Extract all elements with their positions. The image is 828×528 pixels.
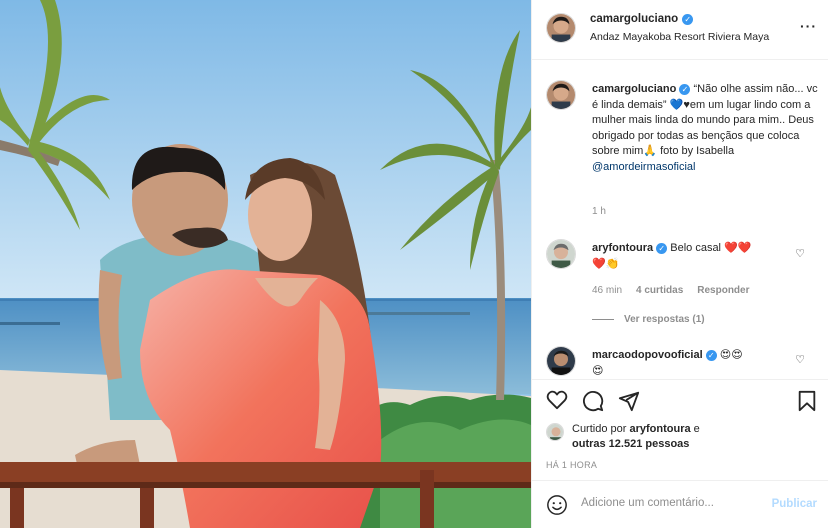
comment-body: Belo casal <box>670 242 722 254</box>
post-time-ago[interactable]: HÁ 1 HORA <box>546 460 597 470</box>
comment-icon[interactable] <box>582 390 604 412</box>
likes-others[interactable]: outras 12.521 pessoas <box>572 438 689 450</box>
action-icons <box>546 390 640 412</box>
post-side-panel: camargoluciano ✓ Andaz Mayakoba Resort R… <box>531 0 828 528</box>
post-location[interactable]: Andaz Mayakoba Resort Riviera Maya <box>590 31 769 43</box>
emoji-icon[interactable] <box>546 494 568 516</box>
likes-middle: e <box>690 423 700 435</box>
comment-author-avatar[interactable] <box>546 346 576 376</box>
verified-badge-icon: ✓ <box>682 13 694 25</box>
post-photo[interactable] <box>0 0 531 528</box>
blue-heart-icon: 💙 <box>669 98 684 111</box>
publish-button[interactable]: Publicar <box>772 498 817 510</box>
caption-username[interactable]: camargoluciano <box>592 83 676 95</box>
post-actions: Curtido por aryfontoura e outras 12.521 … <box>532 379 828 528</box>
liker-avatar <box>546 423 564 441</box>
verified-badge-icon: ✓ <box>679 84 691 95</box>
avatar-image <box>547 14 575 42</box>
caption-mention-link[interactable]: @amordeirmasoficial <box>592 161 695 173</box>
heart-eyes-emoji-icon: 😍😍 <box>719 349 743 361</box>
avatar-image <box>547 424 563 440</box>
post-header: camargoluciano ✓ Andaz Mayakoba Resort R… <box>532 0 828 60</box>
heart-clap-emoji-icon: ❤️👏 <box>592 258 620 270</box>
comment-like-heart-icon[interactable]: ♡ <box>795 353 805 366</box>
caption-credit: foto by Isabella <box>657 145 735 157</box>
author-username[interactable]: camargoluciano <box>590 13 678 25</box>
comment-meta: 46 min 4 curtidas Responder <box>592 285 750 296</box>
share-icon[interactable] <box>618 390 640 412</box>
post-photo-illustration <box>0 0 531 528</box>
bookmark-icon[interactable] <box>797 390 817 412</box>
comment-username[interactable]: aryfontoura <box>592 242 653 254</box>
comment-input[interactable] <box>581 497 761 509</box>
view-replies-label[interactable]: Ver respostas (1) <box>624 314 705 325</box>
replies-divider <box>592 319 614 320</box>
likes-prefix: Curtido por <box>572 423 630 435</box>
add-comment-bar: Publicar <box>532 480 828 528</box>
likes-summary[interactable]: Curtido por aryfontoura e outras 12.521 … <box>546 422 700 452</box>
comment-username[interactable]: marcaodopovooficial <box>592 349 703 361</box>
view-replies-button[interactable]: Ver respostas (1) <box>592 314 705 325</box>
comments-list[interactable]: camargoluciano ✓ “Não olhe assim não... … <box>532 61 828 379</box>
caption-author-avatar[interactable] <box>546 80 576 110</box>
comment-timestamp[interactable]: 46 min <box>592 285 622 296</box>
avatar-image <box>547 347 575 375</box>
avatar-image <box>547 81 575 109</box>
verified-badge-icon: ✓ <box>705 350 717 361</box>
avatar-image <box>547 240 575 268</box>
verified-badge-icon: ✓ <box>656 243 668 254</box>
more-options-icon[interactable]: ··· <box>800 18 817 34</box>
comment-like-heart-icon[interactable]: ♡ <box>795 247 805 260</box>
comment-author-avatar[interactable] <box>546 239 576 269</box>
comment-reply-button[interactable]: Responder <box>697 285 749 296</box>
heart-eyes-emoji-icon: 😍 <box>592 365 604 377</box>
caption-text: camargoluciano ✓ “Não olhe assim não... … <box>592 82 820 175</box>
comment-text: marcaodopovooficial ✓ 😍😍 😍 <box>592 347 782 379</box>
heart-emoji-icon: ❤️❤️ <box>724 242 752 254</box>
comment-text: aryfontoura ✓ Belo casal ❤️❤️ ❤️👏 <box>592 240 782 272</box>
instagram-post-modal: camargoluciano ✓ Andaz Mayakoba Resort R… <box>0 0 828 528</box>
heart-icon[interactable] <box>546 390 568 410</box>
author-username-row[interactable]: camargoluciano ✓ <box>590 13 694 25</box>
caption-timestamp[interactable]: 1 h <box>592 206 606 217</box>
liker-username[interactable]: aryfontoura <box>629 423 690 435</box>
comment-likes-count[interactable]: 4 curtidas <box>636 285 683 296</box>
likes-text: Curtido por aryfontoura e outras 12.521 … <box>572 422 700 452</box>
author-avatar[interactable] <box>546 13 576 43</box>
pray-icon: 🙏 <box>643 145 658 157</box>
